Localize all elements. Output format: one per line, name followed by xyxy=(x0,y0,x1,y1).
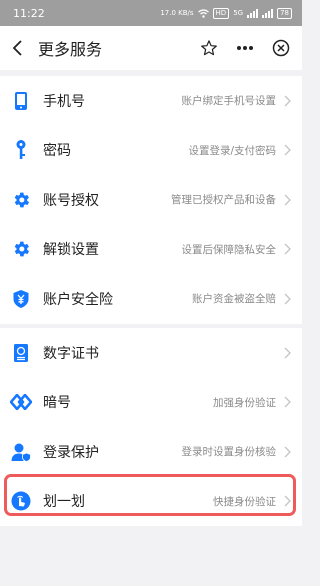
certificate-icon xyxy=(10,342,32,364)
chevron-right-icon xyxy=(280,494,294,508)
page-title: 更多服务 xyxy=(38,40,103,59)
chevron-right-icon xyxy=(280,94,294,108)
swipe-hand-icon xyxy=(10,490,32,512)
gear-icon xyxy=(10,189,32,211)
list-item-desc: 登录时设置身份核验 xyxy=(181,446,277,459)
chevron-right-icon xyxy=(280,346,294,360)
list-item-label: 账号授权 xyxy=(43,192,99,209)
battery-indicator: 78 xyxy=(277,7,292,19)
list-item-label: 手机号 xyxy=(43,93,85,110)
nav-bar: 更多服务 xyxy=(0,26,302,70)
list-item-desc: 设置后保障隐私安全 xyxy=(181,243,277,256)
back-arrow-icon[interactable] xyxy=(8,38,28,58)
network-speed: 17.0 KB/s xyxy=(160,9,194,17)
status-bar: 11:22 17.0 KB/s HD 5G 78 xyxy=(0,0,302,26)
chevron-right-icon xyxy=(280,193,294,207)
key-icon xyxy=(10,139,32,161)
signal-label: 5G xyxy=(233,9,244,17)
user-shield-icon xyxy=(10,441,32,463)
phone-icon xyxy=(10,90,32,112)
security-settings-list: 手机号 账户绑定手机号设置 密码 设置登录/支付密码 账号授权 管理已授权产品和… xyxy=(0,76,302,324)
close-icon[interactable] xyxy=(270,37,292,59)
list-item-phone[interactable]: 手机号 账户绑定手机号设置 xyxy=(0,76,302,126)
chevron-right-icon xyxy=(280,395,294,409)
list-item-label: 密码 xyxy=(43,143,71,160)
signal-icon-2 xyxy=(262,8,274,18)
diamond-link-icon xyxy=(10,391,32,413)
yen-shield-icon xyxy=(10,288,32,310)
list-item-unlock-settings[interactable]: 解锁设置 设置后保障隐私安全 xyxy=(0,225,302,275)
list-item-login-protection[interactable]: 登录保护 登录时设置身份核验 xyxy=(0,427,302,477)
wifi-icon xyxy=(197,8,209,18)
nav-actions xyxy=(198,37,292,59)
list-item-digital-certificate[interactable]: 数字证书 xyxy=(0,328,302,378)
list-item-desc: 快捷身份验证 xyxy=(213,495,276,508)
chevron-right-icon xyxy=(280,445,294,459)
list-item-desc: 设置登录/支付密码 xyxy=(188,144,276,157)
list-item-desc: 账户资金被盗全赔 xyxy=(192,293,276,306)
more-icon[interactable] xyxy=(234,37,256,59)
list-item-label: 登录保护 xyxy=(43,444,99,461)
list-item-account-authorization[interactable]: 账号授权 管理已授权产品和设备 xyxy=(0,175,302,225)
status-icons: 17.0 KB/s HD 5G 78 xyxy=(160,7,292,19)
list-item-passphrase[interactable]: 暗号 加强身份验证 xyxy=(0,378,302,428)
list-item-swipe-verify[interactable]: 划一划 快捷身份验证 xyxy=(0,477,302,527)
list-item-label: 数字证书 xyxy=(43,345,99,362)
list-item-label: 解锁设置 xyxy=(43,242,99,259)
list-item-desc: 加强身份验证 xyxy=(213,396,276,409)
identity-verification-list: 数字证书 暗号 加强身份验证 登录保护 登录时设置身份核验 划一划 快捷身份验证 xyxy=(0,328,302,526)
signal-icon xyxy=(247,8,259,18)
list-item-account-insurance[interactable]: 账户安全险 账户资金被盗全赔 xyxy=(0,274,302,324)
chevron-right-icon xyxy=(280,143,294,157)
chevron-right-icon xyxy=(280,292,294,306)
list-item-label: 账户安全险 xyxy=(43,291,113,308)
list-item-label: 暗号 xyxy=(43,395,71,412)
chevron-right-icon xyxy=(280,242,294,256)
star-icon[interactable] xyxy=(198,37,220,59)
gear-icon xyxy=(10,238,32,260)
list-item-password[interactable]: 密码 设置登录/支付密码 xyxy=(0,126,302,176)
list-item-desc: 账户绑定手机号设置 xyxy=(181,95,277,108)
status-time: 11:22 xyxy=(13,6,45,20)
list-item-label: 划一划 xyxy=(43,494,85,511)
list-item-desc: 管理已授权产品和设备 xyxy=(171,194,276,207)
hd-badge: HD xyxy=(212,7,230,19)
